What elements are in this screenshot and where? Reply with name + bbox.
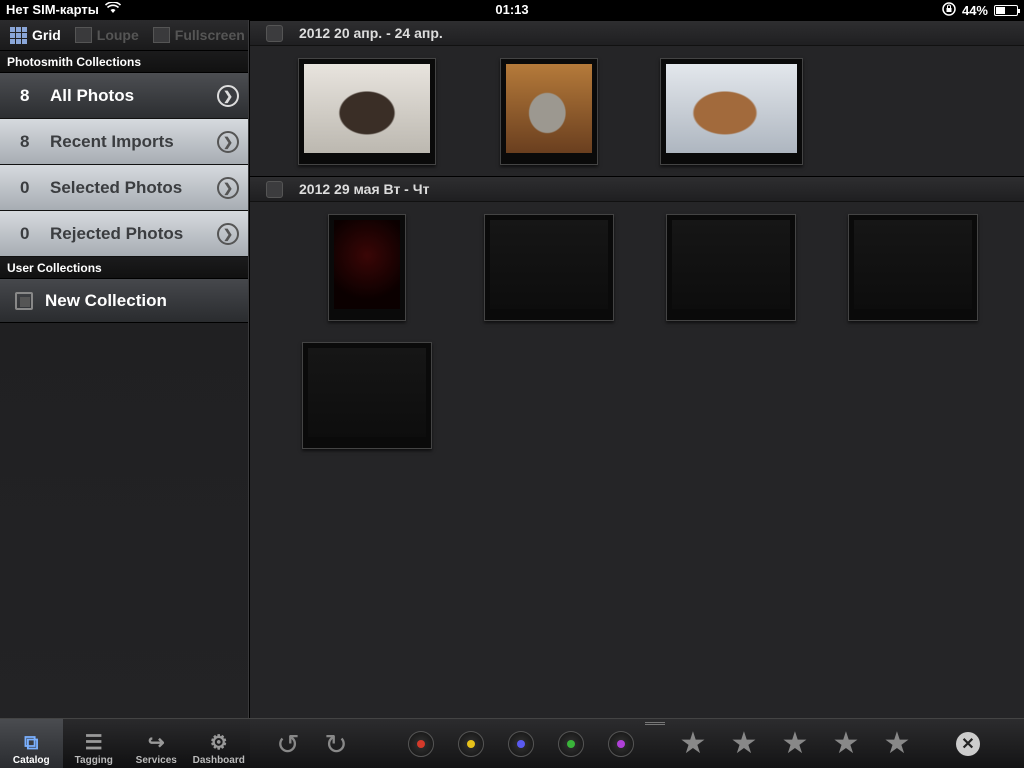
group-title: 2012 20 апр. - 24 апр. [299,25,443,41]
new-collection-button[interactable]: New Collection [0,279,248,323]
photo-image [334,220,400,309]
photo-thumbnail[interactable] [500,58,598,165]
date-group-header: 2012 20 апр. - 24 апр. [250,20,1024,46]
collection-name: Recent Imports [50,131,174,151]
catalog-icon: ⧉ [24,732,39,754]
user-collections-header: User Collections [0,257,248,279]
color-label-purple-button[interactable] [605,728,637,760]
fullscreen-view-button[interactable]: Fullscreen [152,27,245,43]
chevron-right-icon[interactable]: ❯ [217,85,239,107]
collection-count: 0 [20,223,30,243]
tab-services[interactable]: ↪ Services [125,719,188,768]
collection-selected-photos[interactable]: 0 Selected Photos ❯ [0,165,248,211]
photo-grid: 2012 20 апр. - 24 апр. 2012 29 мая Вт - … [250,20,1024,718]
group-select-checkbox[interactable] [266,180,283,198]
drag-handle[interactable] [645,722,665,725]
collection-name: Rejected Photos [50,223,184,243]
collection-count: 8 [20,85,30,105]
photo-image [308,348,426,437]
collection-name: Selected Photos [50,177,183,197]
fullscreen-icon [152,27,170,43]
tab-tagging[interactable]: ☰ Tagging [63,719,126,768]
photosmith-collections-header: Photosmith Collections [0,51,248,73]
collection-recent-imports[interactable]: 8 Recent Imports ❯ [0,119,248,165]
reject-button[interactable]: ✕ [952,728,984,760]
close-icon: ✕ [956,732,980,756]
collection-rejected-photos[interactable]: 0 Rejected Photos ❯ [0,211,248,257]
collection-stack-icon [15,291,33,310]
new-collection-label: New Collection [45,290,167,310]
clock: 01:13 [495,2,529,17]
collection-count: 8 [20,131,30,151]
photo-image [666,64,797,153]
share-icon: ↪ [147,732,165,754]
color-label-blue-button[interactable] [505,728,537,760]
rotate-right-icon[interactable]: ↻ [320,728,352,760]
gear-icon: ⚙ [209,732,228,754]
photo-thumbnail[interactable] [848,214,978,321]
photo-thumbnail[interactable] [660,58,803,165]
photo-image [490,220,608,309]
photo-image [304,64,430,153]
battery-icon [994,5,1020,16]
star-rating-1[interactable]: ★ [677,728,709,760]
date-group-header: 2012 29 мая Вт - Чт [250,176,1024,202]
group-title: 2012 29 мая Вт - Чт [299,181,430,197]
status-bar: Нет SIM-карты 01:13 44% [0,0,1024,20]
rotation-lock-icon [942,2,956,19]
grid-view-button[interactable]: Grid [10,26,61,44]
star-rating-4[interactable]: ★ [830,728,862,760]
tab-bar: ⧉ Catalog ☰ Tagging ↪ Services ⚙ Dashboa… [0,718,250,768]
photo-toolbar: ↺ ↻ ★ ★ ★ ★ ★ ✕ [250,718,1024,768]
color-label-green-button[interactable] [555,728,587,760]
loupe-view-button[interactable]: Loupe [74,27,139,43]
battery-percent: 44% [961,3,988,18]
photo-thumbnail[interactable] [298,58,436,165]
color-label-red-button[interactable] [405,728,437,760]
tab-catalog[interactable]: ⧉ Catalog [0,719,63,768]
photo-thumbnail[interactable] [302,342,432,449]
list-icon: ☰ [84,732,103,754]
collection-count: 0 [20,177,30,197]
color-label-yellow-button[interactable] [455,728,487,760]
chevron-right-icon[interactable]: ❯ [217,131,239,153]
star-rating-2[interactable]: ★ [728,728,760,760]
collection-all-photos[interactable]: 8 All Photos ❯ [0,73,248,119]
tab-dashboard[interactable]: ⚙ Dashboard [188,719,251,768]
collection-name: All Photos [50,85,135,105]
photo-image [672,220,790,309]
photo-image [506,64,592,153]
star-rating-3[interactable]: ★ [779,728,811,760]
chevron-right-icon[interactable]: ❯ [217,223,239,245]
view-mode-bar: Grid Loupe Fullscreen [0,20,248,51]
photo-thumbnail[interactable] [484,214,614,321]
grid-icon [10,26,27,44]
loupe-icon [74,27,92,43]
sidebar: Grid Loupe Fullscreen Photosmith Collect… [0,20,249,718]
rotate-left-icon[interactable]: ↺ [272,728,304,760]
photo-thumbnail[interactable] [666,214,796,321]
chevron-right-icon[interactable]: ❯ [217,177,239,199]
photo-thumbnail[interactable] [328,214,406,321]
group-select-checkbox[interactable] [266,24,283,42]
star-rating-5[interactable]: ★ [881,728,913,760]
photo-image [854,220,972,309]
